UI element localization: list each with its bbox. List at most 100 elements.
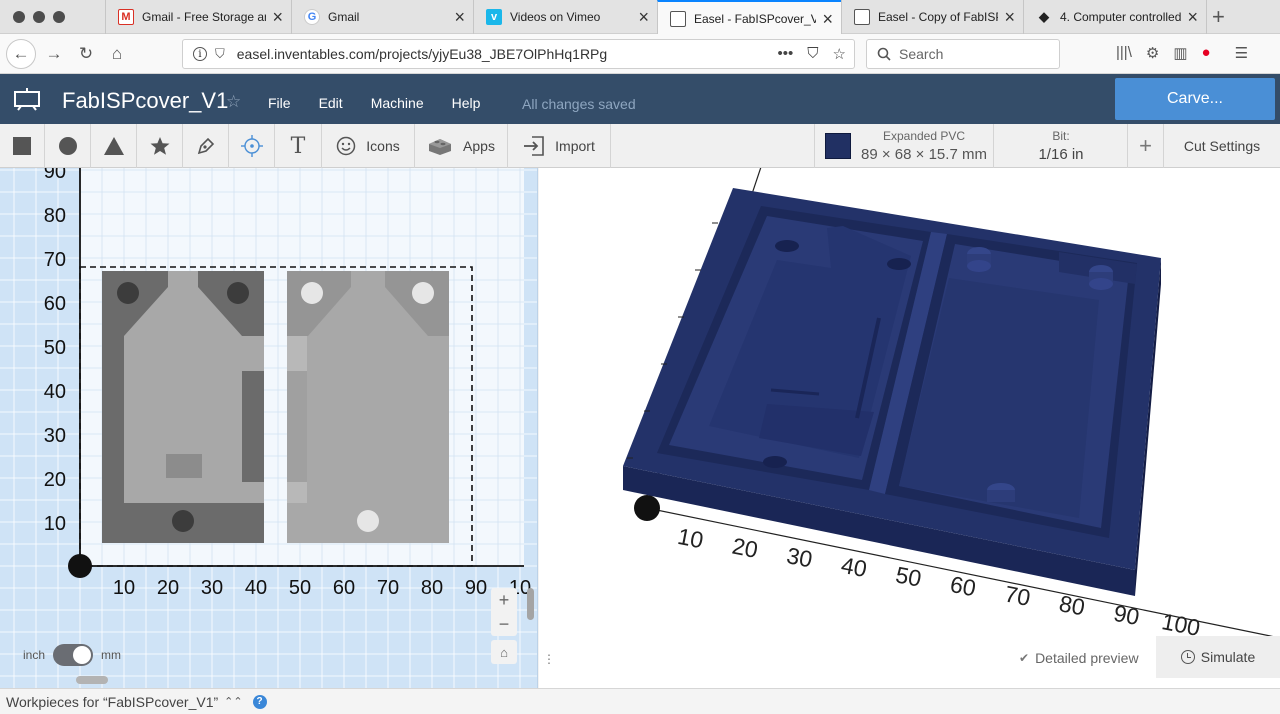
tab-title: Easel - Copy of FabISP [878, 10, 999, 24]
pocket-icon[interactable]: ⛉ [807, 45, 818, 63]
pane-resize-handle[interactable]: ⋮ [543, 652, 555, 666]
apps-label: Apps [463, 138, 495, 154]
favorite-star-icon[interactable]: ☆ [226, 92, 241, 112]
design-canvas-svg[interactable]: 90 80 70 60 50 40 30 20 10 10 20 30 40 50 60 70 80 90 10 [0, 168, 538, 688]
browser-tab-strip: M Gmail - Free Storage an × G Gmail × v … [0, 0, 1280, 35]
info-icon[interactable]: i [193, 47, 207, 61]
close-tab-icon[interactable]: × [1187, 8, 1198, 26]
browser-tab-gmail[interactable]: G Gmail × [291, 0, 473, 34]
back-arrow-icon[interactable]: ← [6, 39, 36, 69]
unit-toggle-switch[interactable] [53, 644, 94, 666]
add-bit-button[interactable]: + [1128, 124, 1164, 168]
detailed-preview-toggle[interactable]: ✔ Detailed preview [1019, 650, 1139, 666]
url-text[interactable]: easel.inventables.com/projects/yjyEu38_J… [237, 46, 778, 62]
more-actions-icon[interactable]: ••• [778, 45, 794, 63]
close-window-button[interactable] [13, 11, 25, 23]
y-axis-ticks: 90 80 70 60 50 40 30 20 10 [44, 168, 66, 535]
close-tab-icon[interactable]: × [454, 8, 465, 26]
tab-title: Gmail [328, 10, 360, 24]
home-icon[interactable]: ⌂ [103, 40, 131, 68]
y-tick-label: 20 [44, 469, 66, 491]
text-tool[interactable]: T [275, 124, 322, 168]
triangle-tool[interactable] [91, 124, 137, 168]
menu-machine[interactable]: Machine [371, 95, 424, 111]
apps-tool[interactable]: Apps [415, 124, 508, 168]
browser-tab-vimeo[interactable]: v Videos on Vimeo × [473, 0, 657, 34]
home-view-icon[interactable]: ⌂ [491, 640, 517, 664]
search-input[interactable] [899, 46, 1049, 62]
y-tick-label: 30 [44, 425, 66, 447]
close-tab-icon[interactable]: × [1004, 8, 1015, 26]
x-tick-label: 70 [377, 577, 399, 599]
x-tick-label: 60 [333, 577, 355, 599]
preview-origin-marker [634, 495, 660, 521]
point-tool[interactable] [229, 124, 275, 168]
star-shape-icon [150, 137, 169, 155]
help-icon[interactable]: ? [252, 694, 267, 709]
carve-button[interactable]: Carve... [1115, 78, 1275, 120]
pen-tool[interactable] [183, 124, 229, 168]
sidebar-icon[interactable]: ▥ [1173, 44, 1187, 62]
circle-tool[interactable] [45, 124, 91, 168]
maximize-window-button[interactable] [53, 11, 65, 23]
star-tool[interactable] [137, 124, 183, 168]
reload-icon[interactable]: ↻ [72, 40, 100, 68]
material-dimensions: 89 × 68 × 15.7 mm [861, 146, 987, 163]
menu-help[interactable]: Help [452, 95, 481, 111]
zoom-out-icon[interactable]: − [491, 612, 517, 636]
browser-tab-easel-active[interactable]: Easel - FabISPcover_V1 × [657, 0, 841, 35]
preview-3d-pane[interactable]: 10 20 30 40 50 60 70 80 90 100 ⋮ ✔ Detailed previ… [539, 168, 1280, 688]
new-tab-icon[interactable]: + [1212, 4, 1225, 30]
library-icon[interactable]: |||\ [1116, 44, 1132, 62]
close-tab-icon[interactable]: × [272, 8, 283, 26]
preview-x-tick-label: 40 [839, 552, 869, 582]
unit-toggle[interactable]: inch mm [23, 644, 121, 666]
cut-settings-button[interactable]: Cut Settings [1164, 124, 1280, 168]
menu-edit[interactable]: Edit [319, 95, 343, 111]
close-tab-icon[interactable]: × [638, 8, 649, 26]
forward-arrow-icon[interactable]: → [40, 40, 68, 68]
project-title[interactable]: FabISPcover_V1 [62, 88, 228, 114]
y-tick-label: 60 [44, 293, 66, 315]
close-tab-icon[interactable]: × [822, 10, 833, 28]
browser-tab-gmail-storage[interactable]: M Gmail - Free Storage an × [105, 0, 291, 34]
bookmark-star-icon[interactable]: ☆ [833, 45, 846, 63]
zoom-in-icon[interactable]: + [491, 588, 517, 612]
bit-selector[interactable]: Bit: 1/16 in [994, 124, 1128, 168]
icons-tool[interactable]: Icons [322, 124, 415, 168]
x-tick-label: 30 [201, 577, 223, 599]
workpiece-part-right[interactable] [287, 271, 449, 543]
simulate-button[interactable]: Simulate [1156, 636, 1280, 678]
browser-tab-computer-controlled[interactable]: ◆ 4. Computer controlled × [1023, 0, 1207, 34]
material-selector[interactable]: Expanded PVC 89 × 68 × 15.7 mm [814, 124, 994, 168]
menu-file[interactable]: File [268, 95, 291, 111]
browser-tab-easel-copy[interactable]: Easel - Copy of FabISP × [841, 0, 1023, 34]
design-canvas[interactable]: 90 80 70 60 50 40 30 20 10 10 20 30 40 50 60 70 80 90 10 … [0, 168, 538, 688]
hamburger-menu-icon[interactable]: ☰ [1235, 44, 1248, 62]
preview-x-tick-label: 10 [675, 523, 705, 553]
y-tick-label: 90 [44, 168, 66, 183]
toggle-knob [73, 646, 92, 664]
minimize-window-button[interactable] [33, 11, 45, 23]
import-tool[interactable]: Import [508, 124, 611, 168]
preview-3d-svg[interactable]: 10 20 30 40 50 60 70 80 90 100 [539, 168, 1280, 688]
square-tool[interactable] [0, 124, 45, 168]
workpieces-bar[interactable]: Workpieces for “FabISPcover_V1” ⌃⌃ ? [0, 688, 1280, 714]
bit-value: 1/16 in [1038, 146, 1084, 163]
extension-icon[interactable]: ⚙ [1146, 44, 1159, 62]
url-bar[interactable]: i ⛉ easel.inventables.com/projects/yjyEu… [182, 39, 855, 69]
preview-x-tick-label: 60 [948, 571, 978, 601]
origin-marker[interactable] [68, 554, 92, 578]
tab-title: Videos on Vimeo [510, 10, 601, 24]
google-icon: G [304, 9, 320, 25]
workpiece-part-left[interactable] [102, 271, 264, 543]
horizontal-scrollbar[interactable] [76, 676, 108, 684]
vimeo-icon: v [486, 9, 502, 25]
easel-icon [670, 10, 686, 27]
pinterest-icon[interactable]: ● [1202, 44, 1211, 62]
text-icon: T [290, 133, 306, 159]
chevron-up-icon[interactable]: ⌃⌃ [224, 695, 242, 708]
vertical-scrollbar[interactable] [527, 588, 534, 620]
search-box[interactable] [866, 39, 1060, 69]
shield-icon[interactable]: ⛉ [215, 46, 225, 62]
